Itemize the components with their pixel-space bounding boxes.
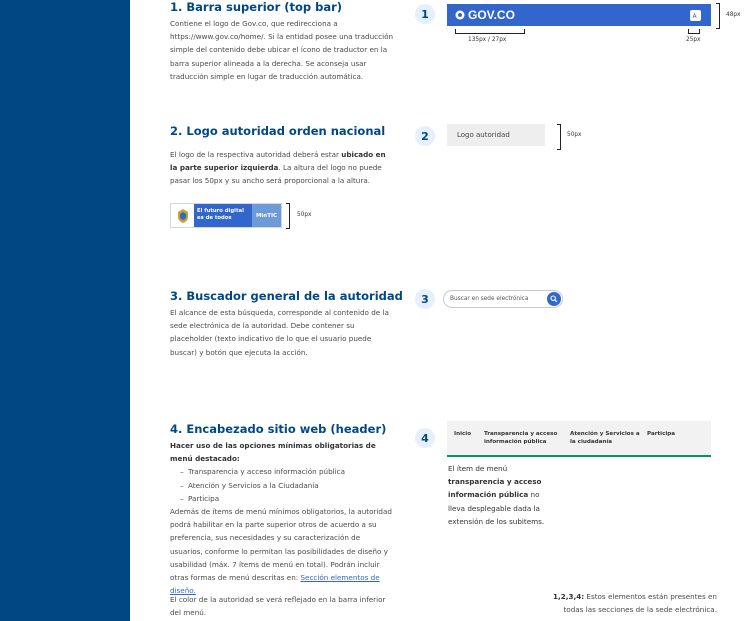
authority-logo-height-bracket [557, 124, 561, 150]
govco-logo-text: GOV.CO [468, 8, 515, 22]
example-logo-height-bracket [286, 203, 290, 229]
topbar-height-bracket [716, 3, 720, 29]
govco-shield-icon [455, 10, 465, 20]
govco-logo[interactable]: GOV.CO [455, 8, 515, 22]
section-4-body: Hacer uso de las opciones mínimas obliga… [170, 439, 395, 597]
search-icon [550, 295, 558, 303]
section-2-number: 2 [415, 126, 435, 146]
list-item: Participa [170, 492, 395, 505]
section-4-number: 4 [415, 428, 435, 448]
logo-width-bracket [455, 29, 525, 34]
coat-of-arms-icon [171, 204, 194, 227]
authority-logo-height-label: 50px [567, 132, 582, 138]
menu-item-participa[interactable]: Participa [647, 431, 675, 437]
logo-width-label: 135px / 27px [468, 37, 507, 43]
menu-note: El ítem de menú transparencia y acceso i… [448, 464, 545, 526]
authority-logo-placeholder-label: Logo autoridad [457, 131, 510, 139]
section-1-number: 1 [415, 4, 435, 24]
section-2-body: El logo de la respectiva autoridad deber… [170, 150, 386, 186]
section-3-number: 3 [415, 289, 435, 309]
header-menu-bar: Inicio Transparencia y acceso informació… [447, 421, 711, 457]
svg-text:A: A [693, 13, 698, 19]
mandatory-menu-list: Transparencia y acceso información públi… [170, 465, 395, 505]
search-button[interactable] [547, 292, 561, 306]
left-sidebar [0, 0, 130, 621]
list-item: Transparencia y acceso información públi… [170, 465, 395, 478]
search-input[interactable]: Buscar en sede electrónica [450, 296, 528, 302]
menu-item-transparencia[interactable]: Transparencia y acceso información públi… [484, 431, 566, 446]
section-4-intro: Hacer uso de las opciones mínimas obliga… [170, 441, 376, 464]
section-2-title: 2. Logo autoridad orden nacional [170, 124, 386, 138]
menu-item-atencion[interactable]: Atención y Servicios a la ciudadanía [570, 431, 640, 446]
mintic-slogan: El futuro digital es de todos [194, 204, 252, 227]
list-item: Atención y Servicios a la Ciudadanía [170, 479, 395, 492]
section-4-paragraph: Además de ítems de menú mínimos obligato… [170, 507, 392, 596]
section-1-body: Contiene el logo de Gov.co, que redirecc… [170, 19, 394, 81]
section-4-title: 4. Encabezado sitio web (header) [170, 422, 387, 436]
section-3-title: 3. Buscador general de la autoridad [170, 289, 403, 303]
section-3-body: El alcance de esta búsqueda, corresponde… [170, 308, 389, 357]
search-box[interactable]: Buscar en sede electrónica [443, 290, 563, 308]
topbar-height-label: 48px [726, 12, 741, 18]
translator-icon[interactable]: A [690, 9, 701, 21]
icon-width-label: 25px [686, 37, 701, 43]
section-4-footer-text: El color de la autoridad se verá refleja… [170, 595, 386, 618]
govco-top-bar: GOV.CO A [447, 4, 711, 26]
authority-logo-placeholder: Logo autoridad [447, 124, 545, 146]
icon-width-bracket [688, 29, 700, 34]
mintic-label: MinTIC [252, 204, 281, 227]
mintic-logo-example: El futuro digital es de todos MinTIC [170, 203, 282, 228]
example-logo-height-label: 50px [297, 212, 312, 218]
footnote: 1,2,3,4: Estos elementos están presentes… [553, 592, 717, 615]
section-1-title: 1. Barra superior (top bar) [170, 0, 343, 14]
menu-item-inicio[interactable]: Inicio [454, 431, 471, 437]
